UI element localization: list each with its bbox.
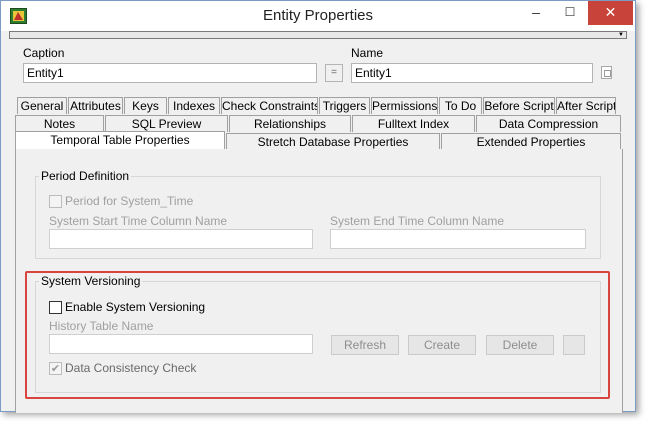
tab-stretch-database-properties[interactable]: Stretch Database Properties	[226, 133, 440, 150]
object-selector-strip[interactable]: ▼	[9, 31, 627, 39]
tab-sql-preview[interactable]: SQL Preview	[105, 115, 228, 132]
tab-to-do[interactable]: To Do	[439, 97, 482, 114]
tab-permissions[interactable]: Permissions	[371, 97, 438, 114]
tab-extended-properties[interactable]: Extended Properties	[441, 133, 621, 150]
close-button[interactable]: ✕	[588, 1, 633, 25]
tab-temporal-table-properties[interactable]: Temporal Table Properties	[15, 131, 225, 150]
title-bar[interactable]: Entity Properties – ☐ ✕	[1, 1, 635, 31]
start-time-label: System Start Time Column Name	[49, 214, 228, 228]
minimize-button[interactable]: –	[519, 1, 553, 25]
highlight-box	[25, 271, 610, 399]
tab-indexes[interactable]: Indexes	[168, 97, 220, 114]
name-input[interactable]: Entity1	[351, 63, 593, 83]
start-time-input[interactable]	[49, 229, 313, 249]
tab-general[interactable]: General	[17, 97, 67, 114]
tab-relationships[interactable]: Relationships	[229, 115, 351, 132]
tab-check-constraints[interactable]: Check Constraints	[221, 97, 318, 114]
tab-data-compression[interactable]: Data Compression	[476, 115, 621, 132]
tab-triggers[interactable]: Triggers	[319, 97, 370, 114]
tab-before-script[interactable]: Before Script	[483, 97, 555, 114]
period-system-time-checkbox[interactable]	[49, 195, 62, 208]
period-system-time-label: Period for System_Time	[65, 194, 194, 208]
period-definition-title: Period Definition	[39, 169, 132, 183]
equals-button[interactable]: =	[325, 64, 343, 82]
caption-label: Caption	[23, 46, 65, 60]
name-label: Name	[351, 46, 384, 60]
tab-keys[interactable]: Keys	[124, 97, 167, 114]
tab-after-script[interactable]: After Script	[556, 97, 616, 114]
end-time-label: System End Time Column Name	[330, 214, 505, 228]
end-time-input[interactable]	[330, 229, 586, 249]
caption-input[interactable]: Entity1	[23, 63, 317, 83]
tab-attributes[interactable]: Attributes	[68, 97, 123, 114]
name-options-icon[interactable]	[601, 66, 612, 79]
tab-notes[interactable]: Notes	[15, 115, 104, 132]
maximize-button[interactable]: ☐	[553, 1, 587, 25]
dropdown-arrow-icon[interactable]: ▼	[618, 32, 624, 39]
tab-fulltext-index[interactable]: Fulltext Index	[352, 115, 475, 132]
